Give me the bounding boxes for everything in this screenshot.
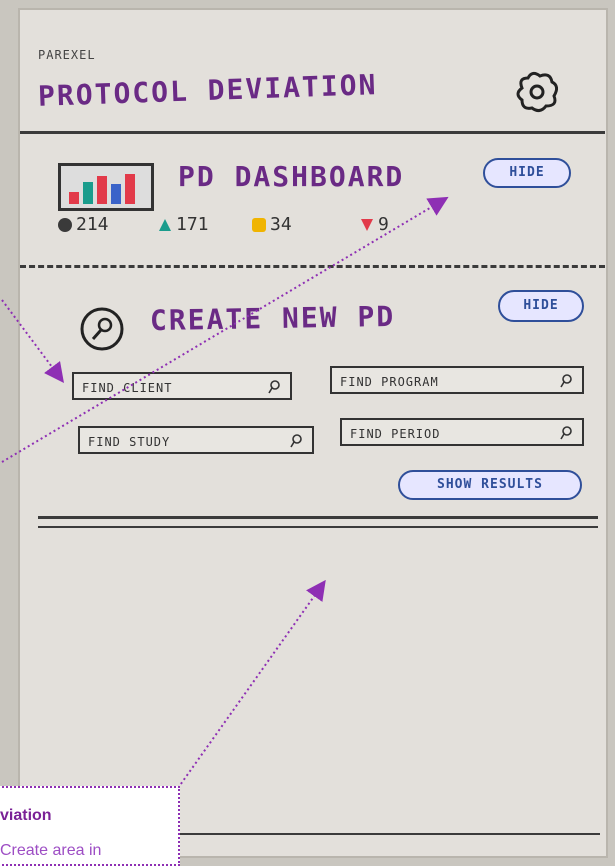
annotation-title: viation [0, 807, 52, 824]
annotation-text: Create area in [0, 842, 102, 859]
annotation-arrows [1, 196, 449, 789]
